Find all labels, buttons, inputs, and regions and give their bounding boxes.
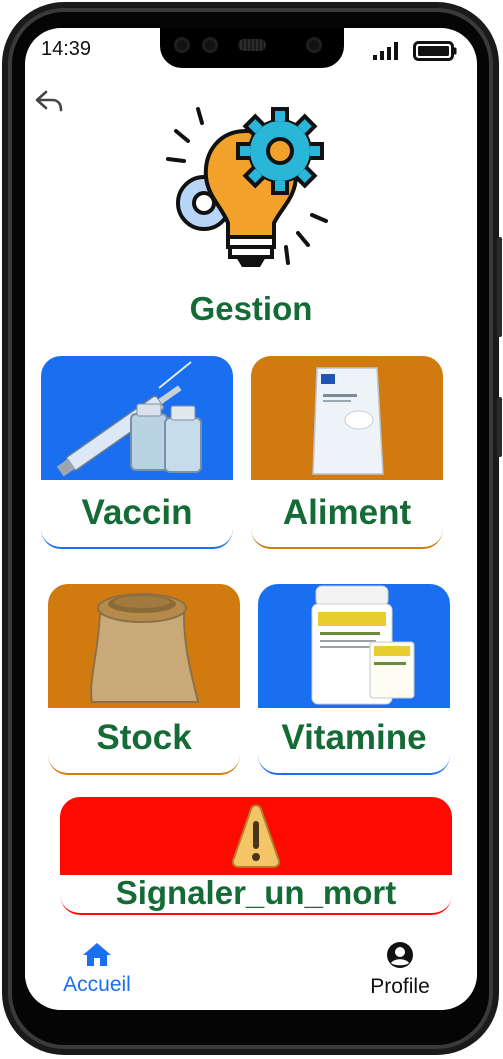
card-label: Stock	[48, 708, 240, 773]
card-signaler-un-mort[interactable]: Signaler_un_mort	[60, 797, 452, 915]
card-label: Aliment	[251, 480, 443, 547]
nav-label-accueil: Accueil	[63, 973, 131, 996]
signal-icon	[373, 42, 398, 60]
card-label: Vitamine	[258, 708, 450, 773]
warning-icon	[231, 804, 281, 868]
back-arrow-icon[interactable]	[33, 86, 65, 118]
card-label: Vaccin	[41, 480, 233, 547]
card-stock[interactable]: Stock	[48, 584, 240, 775]
battery-icon	[413, 41, 457, 61]
app-screen: 14:39 Gestion Vaccin Aliment Stock Vitam…	[25, 28, 477, 1010]
vaccine-image	[41, 356, 233, 480]
account-circle-icon	[387, 942, 413, 968]
card-vaccin[interactable]: Vaccin	[41, 356, 233, 549]
nav-item-profile[interactable]: Profile	[360, 941, 440, 999]
card-vitamine[interactable]: Vitamine	[258, 584, 450, 775]
feed-bag-image	[251, 356, 443, 480]
nav-item-accueil[interactable]: Accueil	[57, 941, 137, 997]
status-time: 14:39	[41, 38, 92, 60]
nav-label-profile: Profile	[370, 975, 430, 998]
card-aliment[interactable]: Aliment	[251, 356, 443, 549]
warning-banner	[60, 797, 452, 875]
card-label: Signaler_un_mort	[60, 875, 452, 915]
lightbulb-gears-icon	[166, 107, 328, 267]
home-icon	[83, 943, 111, 966]
bottom-navigation: Accueil Profile	[25, 933, 477, 1010]
camera-notch	[160, 28, 344, 68]
grain-sack-image	[48, 584, 240, 708]
vitamin-tub-image	[258, 584, 450, 708]
page-title: Gestion	[189, 290, 313, 327]
